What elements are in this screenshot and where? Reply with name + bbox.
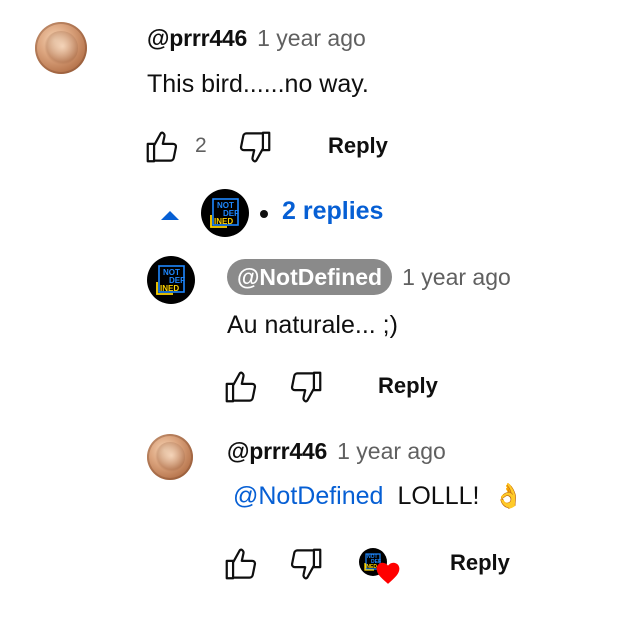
creator-heart-badge: NOT DEF INED — [359, 548, 403, 588]
like-button[interactable] — [143, 128, 181, 166]
reply-button[interactable]: Reply — [328, 133, 388, 159]
avatar-text-3: INED — [160, 284, 180, 293]
dot-separator — [260, 210, 268, 218]
replies-count-label[interactable]: 2 replies — [282, 197, 383, 226]
heart-icon — [376, 562, 400, 584]
comment-author-handle[interactable]: @prrr446 — [147, 25, 247, 52]
avatar-prrr446[interactable] — [35, 22, 87, 74]
like-button[interactable] — [222, 368, 260, 406]
reply-timestamp[interactable]: 1 year ago — [402, 264, 511, 291]
reply-text: LOLLL! — [397, 482, 480, 510]
reply-author-handle[interactable]: @prrr446 — [227, 438, 327, 465]
thumbs-up-icon — [146, 131, 178, 163]
comment-text: This bird......no way. — [147, 70, 369, 98]
thumbs-up-icon — [225, 548, 257, 580]
dislike-button[interactable] — [236, 128, 274, 166]
avatar-text-3: INED — [214, 217, 234, 226]
thumbs-down-icon — [290, 548, 322, 580]
reply-text: Au naturale... ;) — [227, 311, 398, 339]
author-chip-notdefined[interactable]: @NotDefined — [227, 259, 393, 295]
thumbs-down-icon — [239, 131, 271, 163]
mention-link[interactable]: @NotDefined — [233, 482, 383, 511]
dislike-button[interactable] — [287, 545, 325, 583]
like-button[interactable] — [222, 545, 260, 583]
notdefined-avatar-small: NOT DEF INED — [201, 189, 249, 237]
comment-timestamp[interactable]: 1 year ago — [257, 25, 366, 52]
reply-button[interactable]: Reply — [378, 373, 438, 399]
caret-up-icon — [161, 211, 179, 220]
dislike-button[interactable] — [287, 368, 325, 406]
hide-replies-button[interactable]: NOT DEF INED 2 replies — [158, 189, 398, 237]
thumbs-up-icon — [225, 371, 257, 403]
avatar-notdefined[interactable]: NOT DEF INED — [147, 256, 195, 304]
avatar-prrr446[interactable] — [147, 434, 193, 480]
ok-hand-emoji: 👌 — [493, 483, 524, 510]
like-count: 2 — [195, 134, 207, 157]
reply-timestamp[interactable]: 1 year ago — [337, 438, 446, 465]
thumbs-down-icon — [290, 371, 322, 403]
reply-button[interactable]: Reply — [450, 550, 510, 576]
